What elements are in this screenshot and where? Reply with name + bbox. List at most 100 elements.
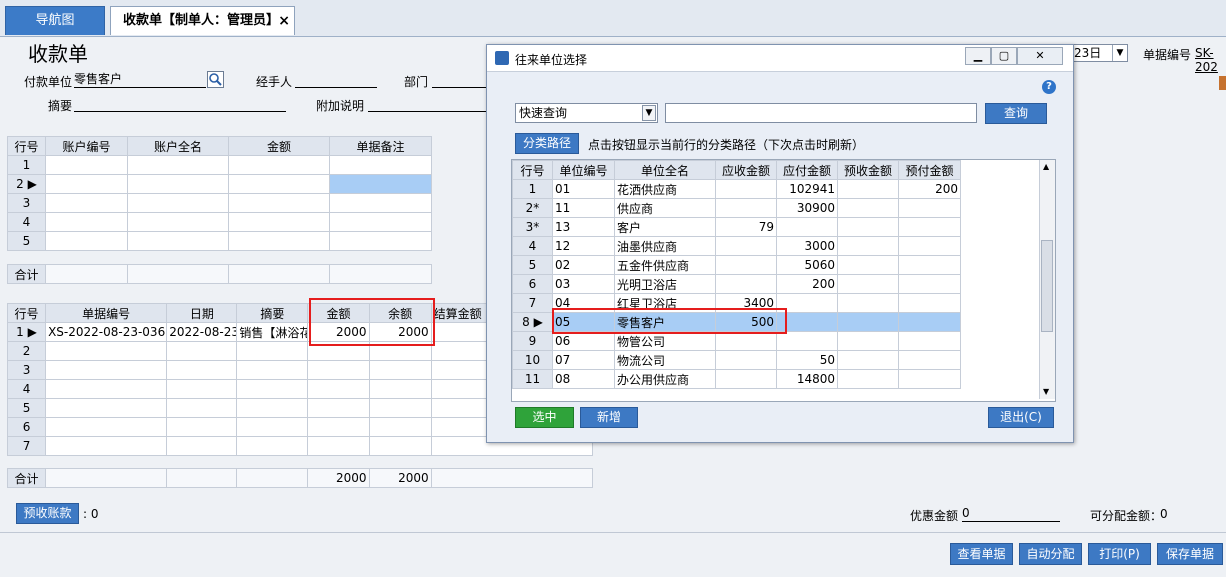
pay-cell[interactable]: 14800	[776, 369, 838, 389]
prepay-cell[interactable]	[898, 350, 961, 370]
payer-field[interactable]: 零售客户	[74, 71, 206, 88]
prerecv-cell[interactable]	[837, 179, 899, 199]
table-cell[interactable]	[166, 417, 238, 437]
date-cell[interactable]: 2022-08-23	[166, 322, 238, 342]
table-cell[interactable]	[45, 436, 168, 456]
tab-navigation[interactable]: 导航图	[5, 6, 105, 35]
select-button[interactable]: 选中	[515, 407, 574, 428]
table-cell[interactable]	[329, 212, 432, 232]
table-cell[interactable]	[368, 379, 432, 399]
minimize-icon[interactable]: ▁	[965, 47, 991, 65]
table-row[interactable]: 11 08 办公用供应商 14800	[512, 369, 961, 389]
query-button[interactable]: 查询	[985, 103, 1047, 124]
code-cell[interactable]: 02	[552, 255, 615, 275]
table-cell[interactable]	[307, 417, 370, 437]
table-row[interactable]: 10 07 物流公司 50	[512, 350, 961, 370]
code-cell[interactable]: 06	[552, 331, 615, 351]
help-icon[interactable]: ?	[1042, 80, 1056, 94]
name-cell[interactable]: 供应商	[614, 198, 716, 218]
table-cell[interactable]	[236, 360, 309, 380]
pay-cell[interactable]: 200	[776, 274, 838, 294]
table-cell[interactable]	[307, 436, 370, 456]
table-cell[interactable]	[329, 174, 432, 194]
name-cell[interactable]: 五金件供应商	[614, 255, 716, 275]
prepay-cell[interactable]	[898, 198, 961, 218]
table-row[interactable]: 1 01 花洒供应商 102941 200	[512, 179, 961, 199]
dialog-titlebar[interactable]: 往来单位选择 ▁ ▢ ✕	[487, 45, 1073, 72]
table-cell[interactable]	[228, 212, 330, 232]
summary-cell[interactable]: 销售【淋浴花	[236, 322, 309, 342]
prerecv-cell[interactable]	[837, 312, 899, 332]
table-cell[interactable]	[368, 360, 432, 380]
table-cell[interactable]	[329, 193, 432, 213]
recv-cell[interactable]	[715, 274, 777, 294]
prepay-cell[interactable]	[898, 331, 961, 351]
table-cell[interactable]	[166, 379, 238, 399]
table-row[interactable]: 9 06 物管公司	[512, 331, 961, 351]
view-doc-button[interactable]: 查看单据	[950, 543, 1013, 565]
prerecv-cell[interactable]	[837, 255, 899, 275]
recv-cell[interactable]	[715, 179, 777, 199]
table-cell[interactable]	[236, 398, 309, 418]
table-cell[interactable]	[368, 436, 432, 456]
table-row[interactable]: 3* 13 客户 79	[512, 217, 961, 237]
name-cell[interactable]: 光明卫浴店	[614, 274, 716, 294]
prepay-cell[interactable]	[898, 369, 961, 389]
prepay-cell[interactable]	[898, 255, 961, 275]
table-cell[interactable]	[127, 193, 229, 213]
table-row[interactable]: 1	[7, 155, 432, 175]
table-cell[interactable]	[45, 379, 168, 399]
search-input[interactable]	[665, 103, 977, 123]
date-select[interactable]: 23日 ▼	[1070, 44, 1128, 62]
table-row[interactable]: 6 03 光明卫浴店 200	[512, 274, 961, 294]
table-cell[interactable]	[368, 398, 432, 418]
scroll-up-icon[interactable]: ▲	[1043, 162, 1049, 171]
table-row[interactable]: 2* 11 供应商 30900	[512, 198, 961, 218]
handler-field[interactable]	[295, 71, 377, 88]
save-doc-button[interactable]: 保存单据	[1157, 543, 1223, 565]
table-cell[interactable]	[228, 155, 330, 175]
table-cell[interactable]	[45, 360, 168, 380]
exit-button[interactable]: 退出(C)	[988, 407, 1054, 428]
table-cell[interactable]	[166, 360, 238, 380]
vertical-scrollbar[interactable]: ▲ ▼	[1039, 160, 1055, 399]
prerecv-cell[interactable]	[837, 236, 899, 256]
dept-field[interactable]	[432, 71, 486, 88]
prepay-button[interactable]: 预收账款	[16, 503, 79, 524]
table-cell[interactable]	[45, 174, 128, 194]
prerecv-cell[interactable]	[837, 369, 899, 389]
name-cell[interactable]: 办公用供应商	[614, 369, 716, 389]
prepay-cell[interactable]	[898, 274, 961, 294]
code-cell[interactable]: 03	[552, 274, 615, 294]
table-cell[interactable]	[236, 417, 309, 437]
prepay-cell[interactable]	[898, 236, 961, 256]
table-cell[interactable]	[127, 231, 229, 251]
table-cell[interactable]	[166, 398, 238, 418]
code-cell[interactable]: 01	[552, 179, 615, 199]
note-field[interactable]	[368, 95, 486, 112]
name-cell[interactable]: 物管公司	[614, 331, 716, 351]
code-cell[interactable]: 07	[552, 350, 615, 370]
recv-cell[interactable]	[715, 198, 777, 218]
table-cell[interactable]	[166, 436, 238, 456]
table-cell[interactable]	[307, 398, 370, 418]
scrollbar-thumb[interactable]	[1041, 240, 1053, 332]
recv-cell[interactable]	[715, 369, 777, 389]
table-cell[interactable]	[228, 231, 330, 251]
pay-cell[interactable]: 102941	[776, 179, 838, 199]
table-cell[interactable]	[236, 341, 309, 361]
table-cell[interactable]	[127, 212, 229, 232]
discount-field[interactable]: 0	[962, 505, 1060, 522]
table-cell[interactable]	[45, 193, 128, 213]
code-cell[interactable]: 13	[552, 217, 615, 237]
new-button[interactable]: 新增	[580, 407, 638, 428]
table-cell[interactable]	[236, 379, 309, 399]
pay-cell[interactable]	[776, 331, 838, 351]
print-button[interactable]: 打印(P)	[1088, 543, 1151, 565]
prerecv-cell[interactable]	[837, 331, 899, 351]
table-cell[interactable]	[228, 193, 330, 213]
recv-cell[interactable]: 79	[715, 217, 777, 237]
table-row[interactable]: 5 02 五金件供应商 5060	[512, 255, 961, 275]
table-row[interactable]: 5	[7, 231, 432, 251]
name-cell[interactable]: 花洒供应商	[614, 179, 716, 199]
